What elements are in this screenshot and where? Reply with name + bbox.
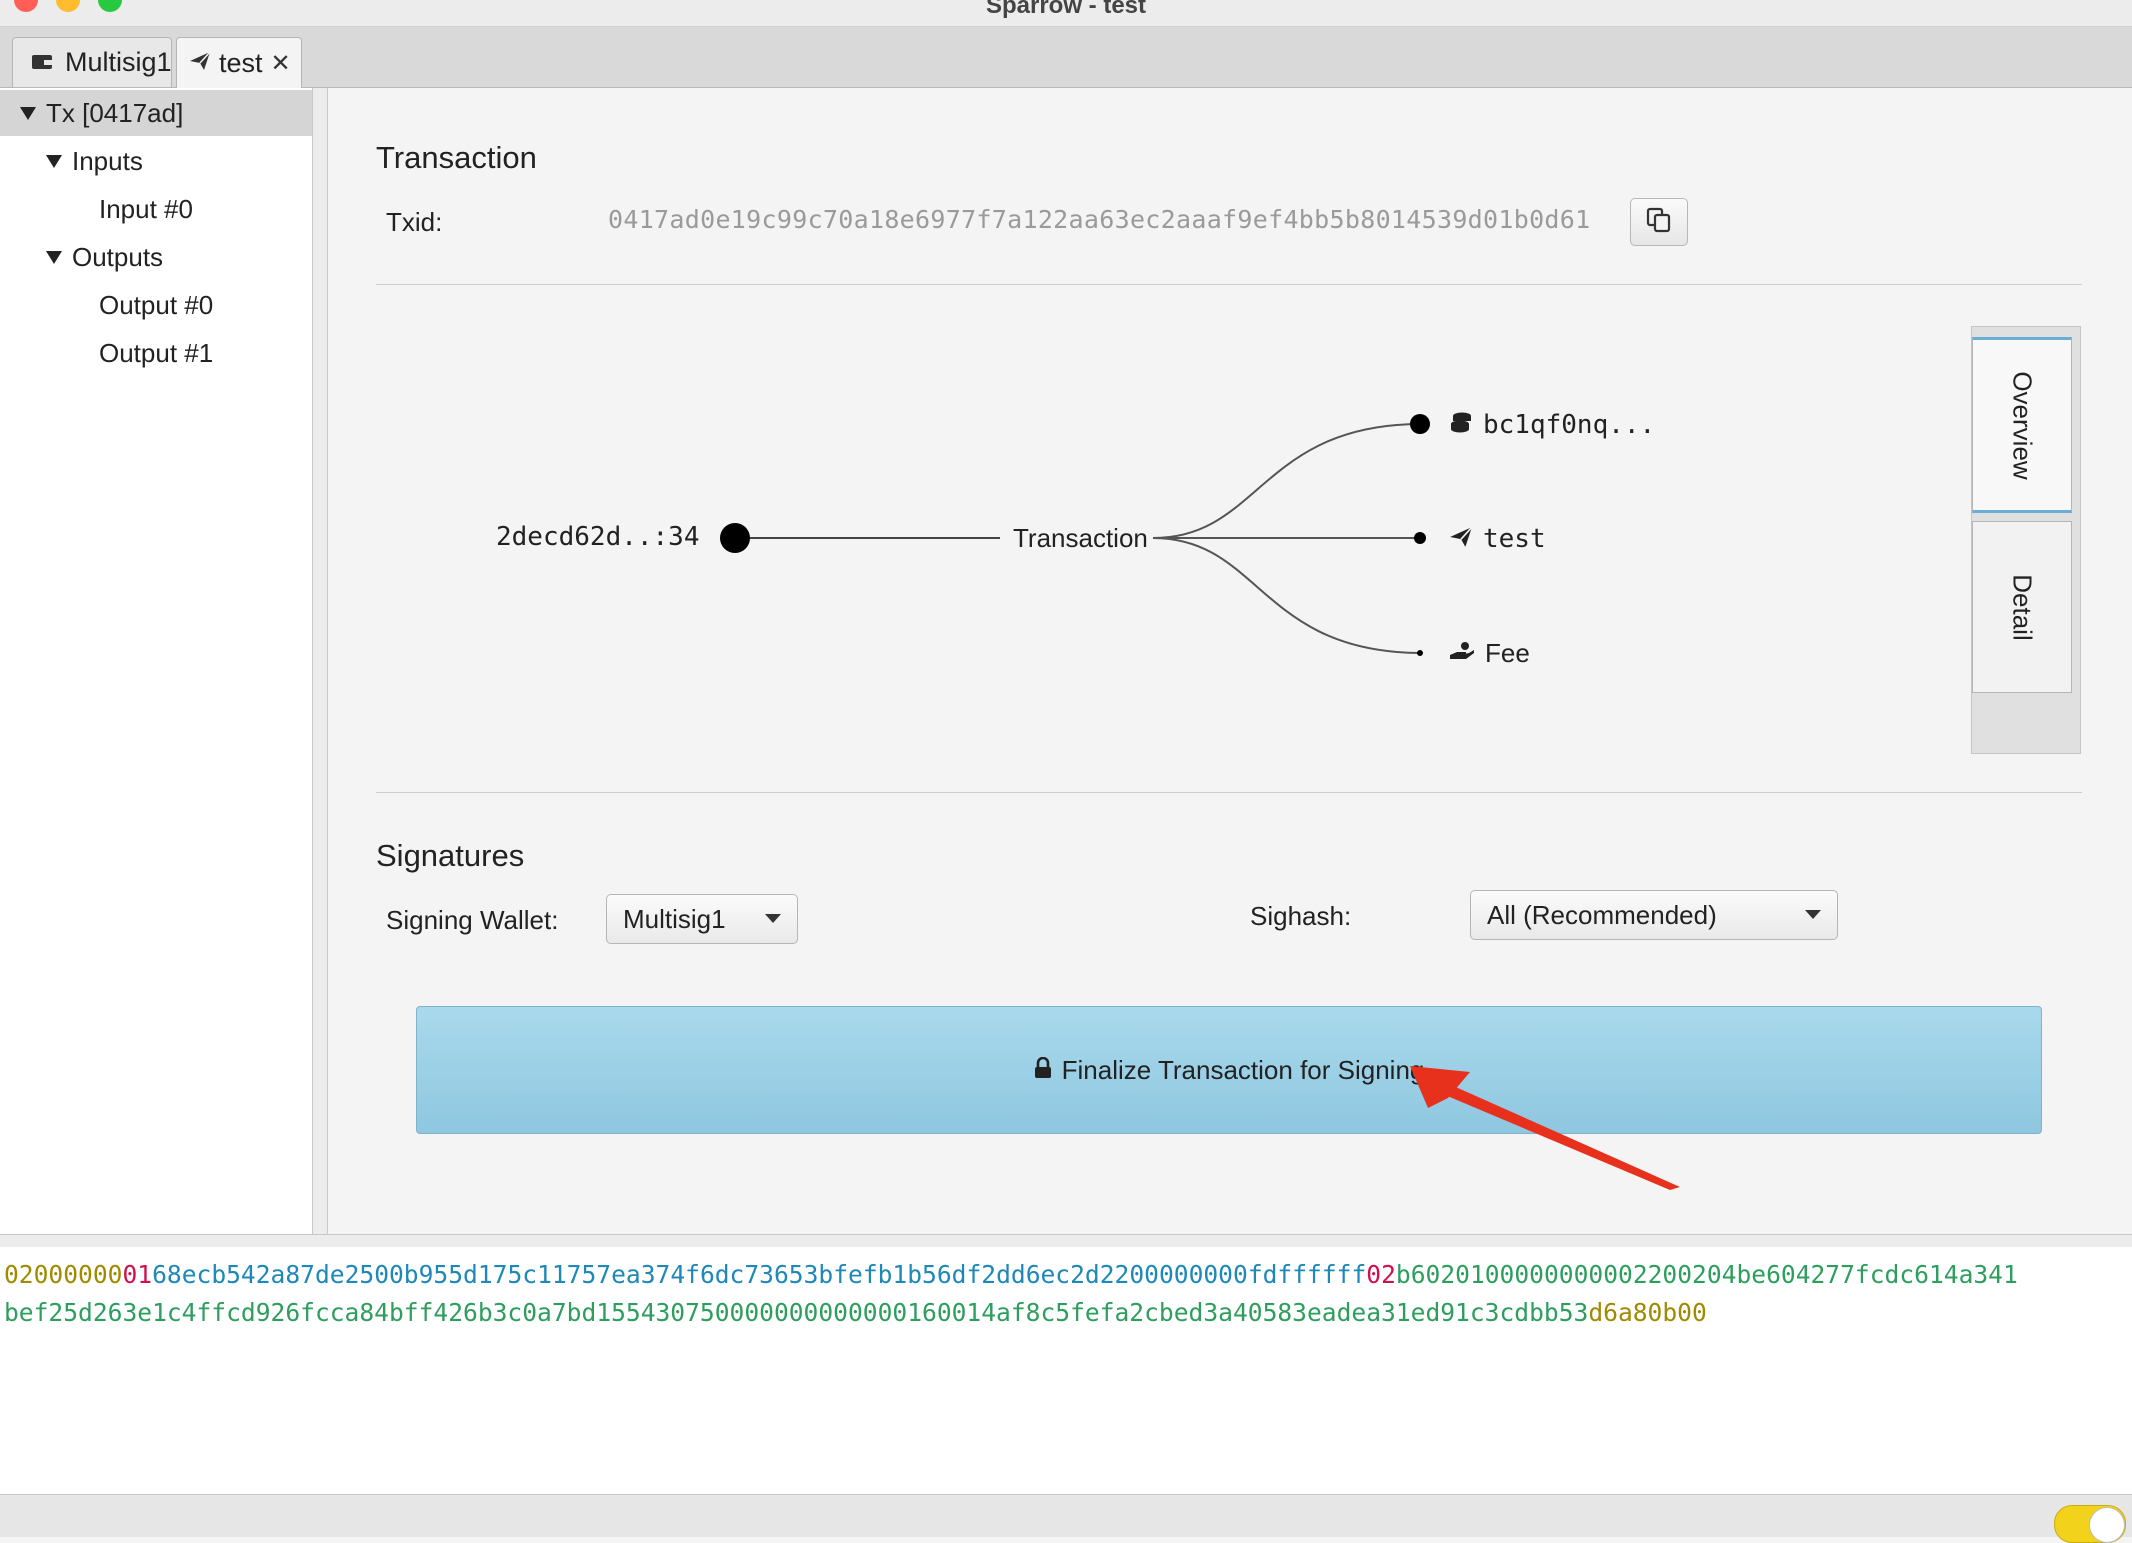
signatures-heading: Signatures	[376, 838, 525, 873]
chevron-down-icon	[1805, 910, 1821, 919]
output-address-item[interactable]: bc1qf0nq...	[1449, 410, 1655, 440]
hex-segment: fdffffff	[1247, 1260, 1367, 1289]
transaction-node-label: Transaction	[1013, 523, 1148, 553]
output-curve-1	[1152, 423, 1421, 539]
lock-icon	[1034, 1055, 1052, 1086]
hex-segment: 01	[122, 1260, 153, 1289]
hex-line-1: 020000000168ecb542a87de2500b955d175c1175…	[4, 1256, 2018, 1294]
tab-overview-label: Overview	[2007, 370, 2038, 480]
fee-node	[1417, 650, 1423, 656]
sighash-label: Sighash:	[1250, 901, 1352, 931]
coins-icon	[1449, 411, 1473, 440]
hex-line-2: bef25d263e1c4ffcd926fcca84bff426b3c0a7bd…	[4, 1294, 1707, 1332]
hex-segment: 68ecb542a87de2500b955d175c11757ea374f6dc…	[152, 1260, 1130, 1289]
send-icon	[1449, 525, 1473, 554]
output-node-1	[1410, 414, 1430, 434]
connection-toggle[interactable]	[2054, 1505, 2126, 1543]
fee-curve	[1152, 537, 1421, 654]
fee-item[interactable]: Fee	[1449, 638, 1530, 669]
sighash-value: All (Recommended)	[1487, 899, 1717, 930]
hex-segment: b602010000000000220020	[1395, 1260, 1722, 1289]
tab-detail[interactable]: Detail	[1972, 521, 2072, 693]
hex-segment: 4be604277fcdc614a341	[1721, 1260, 2018, 1289]
fee-label: Fee	[1485, 638, 1530, 668]
sighash-select[interactable]: All (Recommended)	[1470, 890, 1838, 940]
output-change-item[interactable]: test	[1449, 524, 1546, 554]
status-bar	[0, 1494, 2132, 1543]
hex-segment: 02	[1366, 1260, 1396, 1289]
divider	[376, 792, 2082, 793]
tab-overview[interactable]: Overview	[1972, 337, 2072, 513]
transaction-hex-view[interactable]: 020000000168ecb542a87de2500b955d175c1175…	[0, 1247, 2132, 1494]
input-node	[720, 523, 750, 553]
transaction-diagram	[720, 414, 1430, 656]
signing-wallet-label: Signing Wallet:	[386, 905, 559, 935]
hex-segment: 00000000	[1129, 1260, 1248, 1289]
hex-segment: 02000000	[4, 1260, 123, 1289]
signing-wallet-select[interactable]: Multisig1	[606, 894, 798, 944]
hand-coin-icon	[1449, 641, 1475, 666]
hex-split-divider[interactable]	[0, 1234, 2132, 1248]
output-change-label: test	[1483, 524, 1546, 554]
tab-detail-label: Detail	[2007, 573, 2038, 641]
annotation-arrow	[1410, 1066, 1680, 1190]
output-address-label: bc1qf0nq...	[1483, 410, 1656, 440]
signing-wallet-value: Multisig1	[623, 903, 726, 934]
chevron-down-icon	[765, 914, 781, 923]
hex-segment: d6a80b00	[1588, 1298, 1707, 1327]
output-node-2	[1414, 532, 1426, 544]
input-label[interactable]: 2decd62d..:34	[496, 522, 700, 552]
finalize-transaction-button[interactable]: Finalize Transaction for Signing	[416, 1006, 2042, 1134]
finalize-button-label: Finalize Transaction for Signing	[1061, 1054, 1425, 1085]
toggle-knob	[2089, 1507, 2125, 1543]
view-tabs: Overview Detail	[1971, 326, 2081, 754]
hex-segment: bef25d263e1c4ffcd926fcca84bff426b3c0a7bd…	[4, 1298, 1589, 1327]
